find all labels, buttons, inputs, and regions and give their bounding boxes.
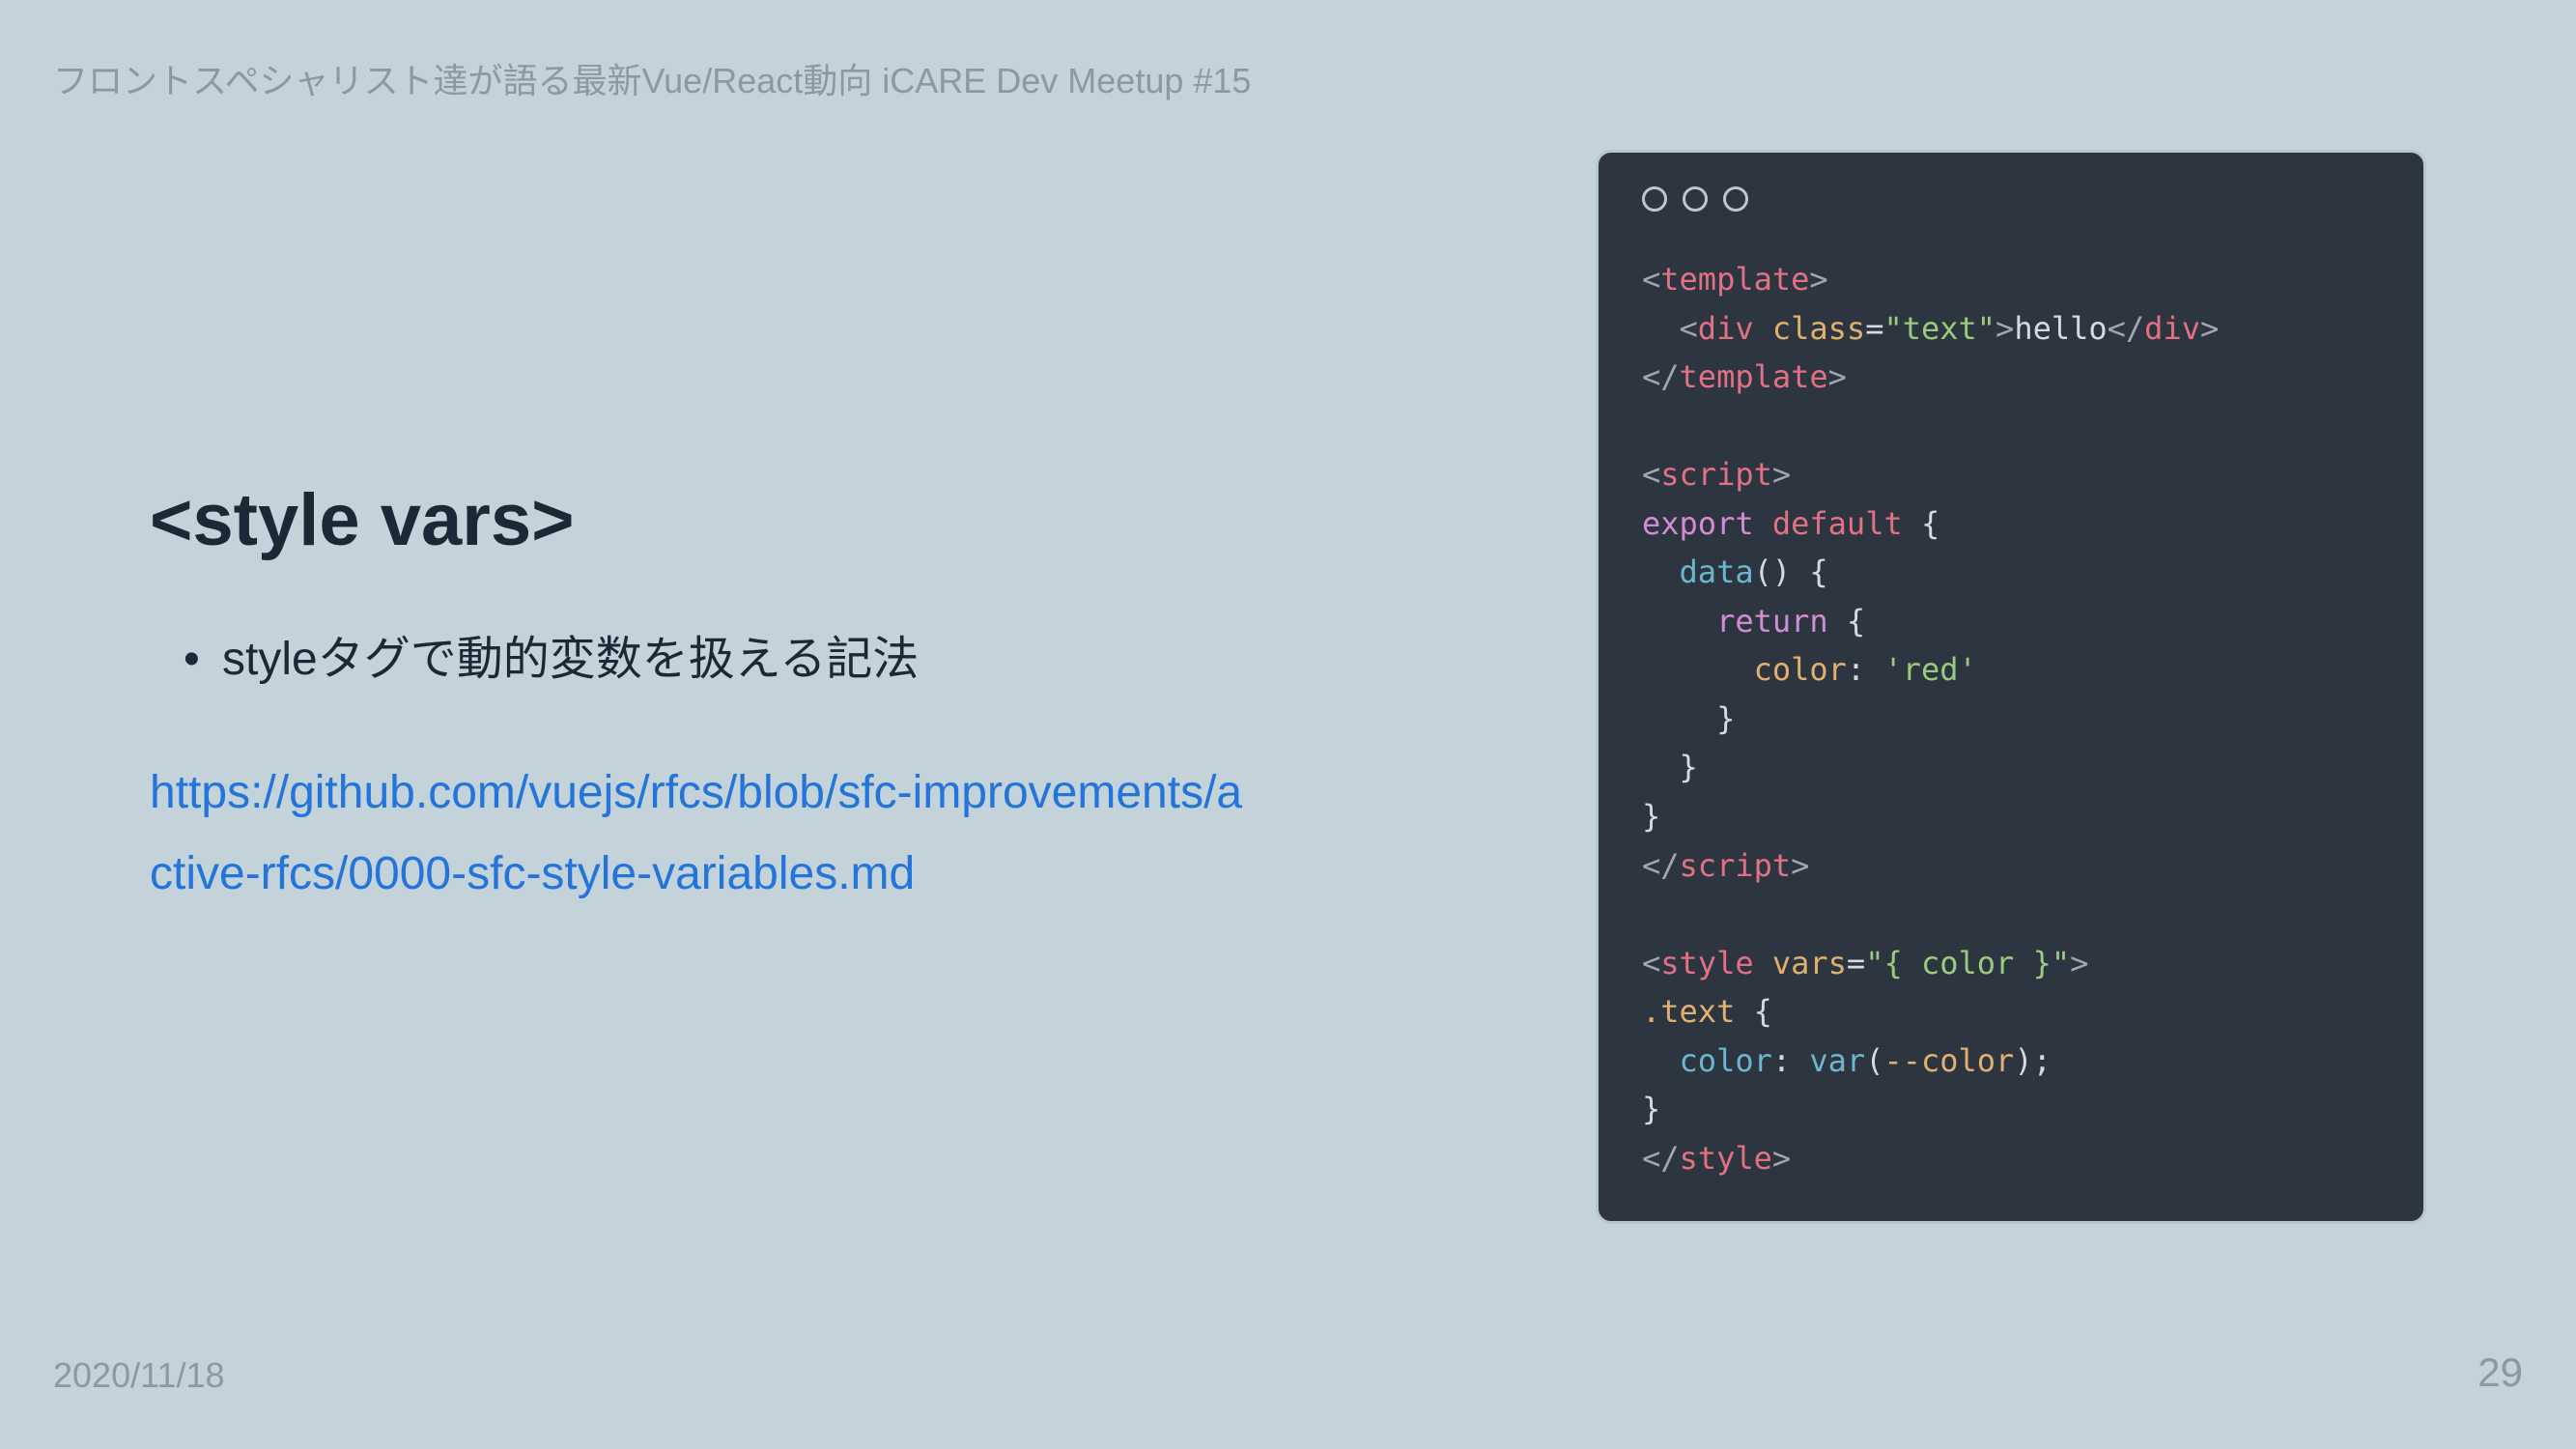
window-control-icon <box>1683 186 1708 212</box>
window-controls <box>1642 186 2380 212</box>
slide-title: <style vars> <box>150 478 1260 562</box>
content-area: <style vars> styleタグで動的変数を扱える記法 https://… <box>150 478 1260 915</box>
window-control-icon <box>1642 186 1667 212</box>
list-item: styleタグで動的変数を扱える記法 <box>150 625 1260 695</box>
bullet-list: styleタグで動的変数を扱える記法 <box>150 625 1260 695</box>
footer-date: 2020/11/18 <box>53 1355 225 1396</box>
page-number: 29 <box>2477 1350 2523 1396</box>
slide-header: フロントスペシャリスト達が語る最新Vue/React動向 iCARE Dev M… <box>53 53 1251 103</box>
code-window: <template> <div class="text">hello</div>… <box>1596 150 2426 1224</box>
window-control-icon <box>1723 186 1748 212</box>
code-block: <template> <div class="text">hello</div>… <box>1642 255 2380 1182</box>
reference-link[interactable]: https://github.com/vuejs/rfcs/blob/sfc-i… <box>150 753 1260 915</box>
